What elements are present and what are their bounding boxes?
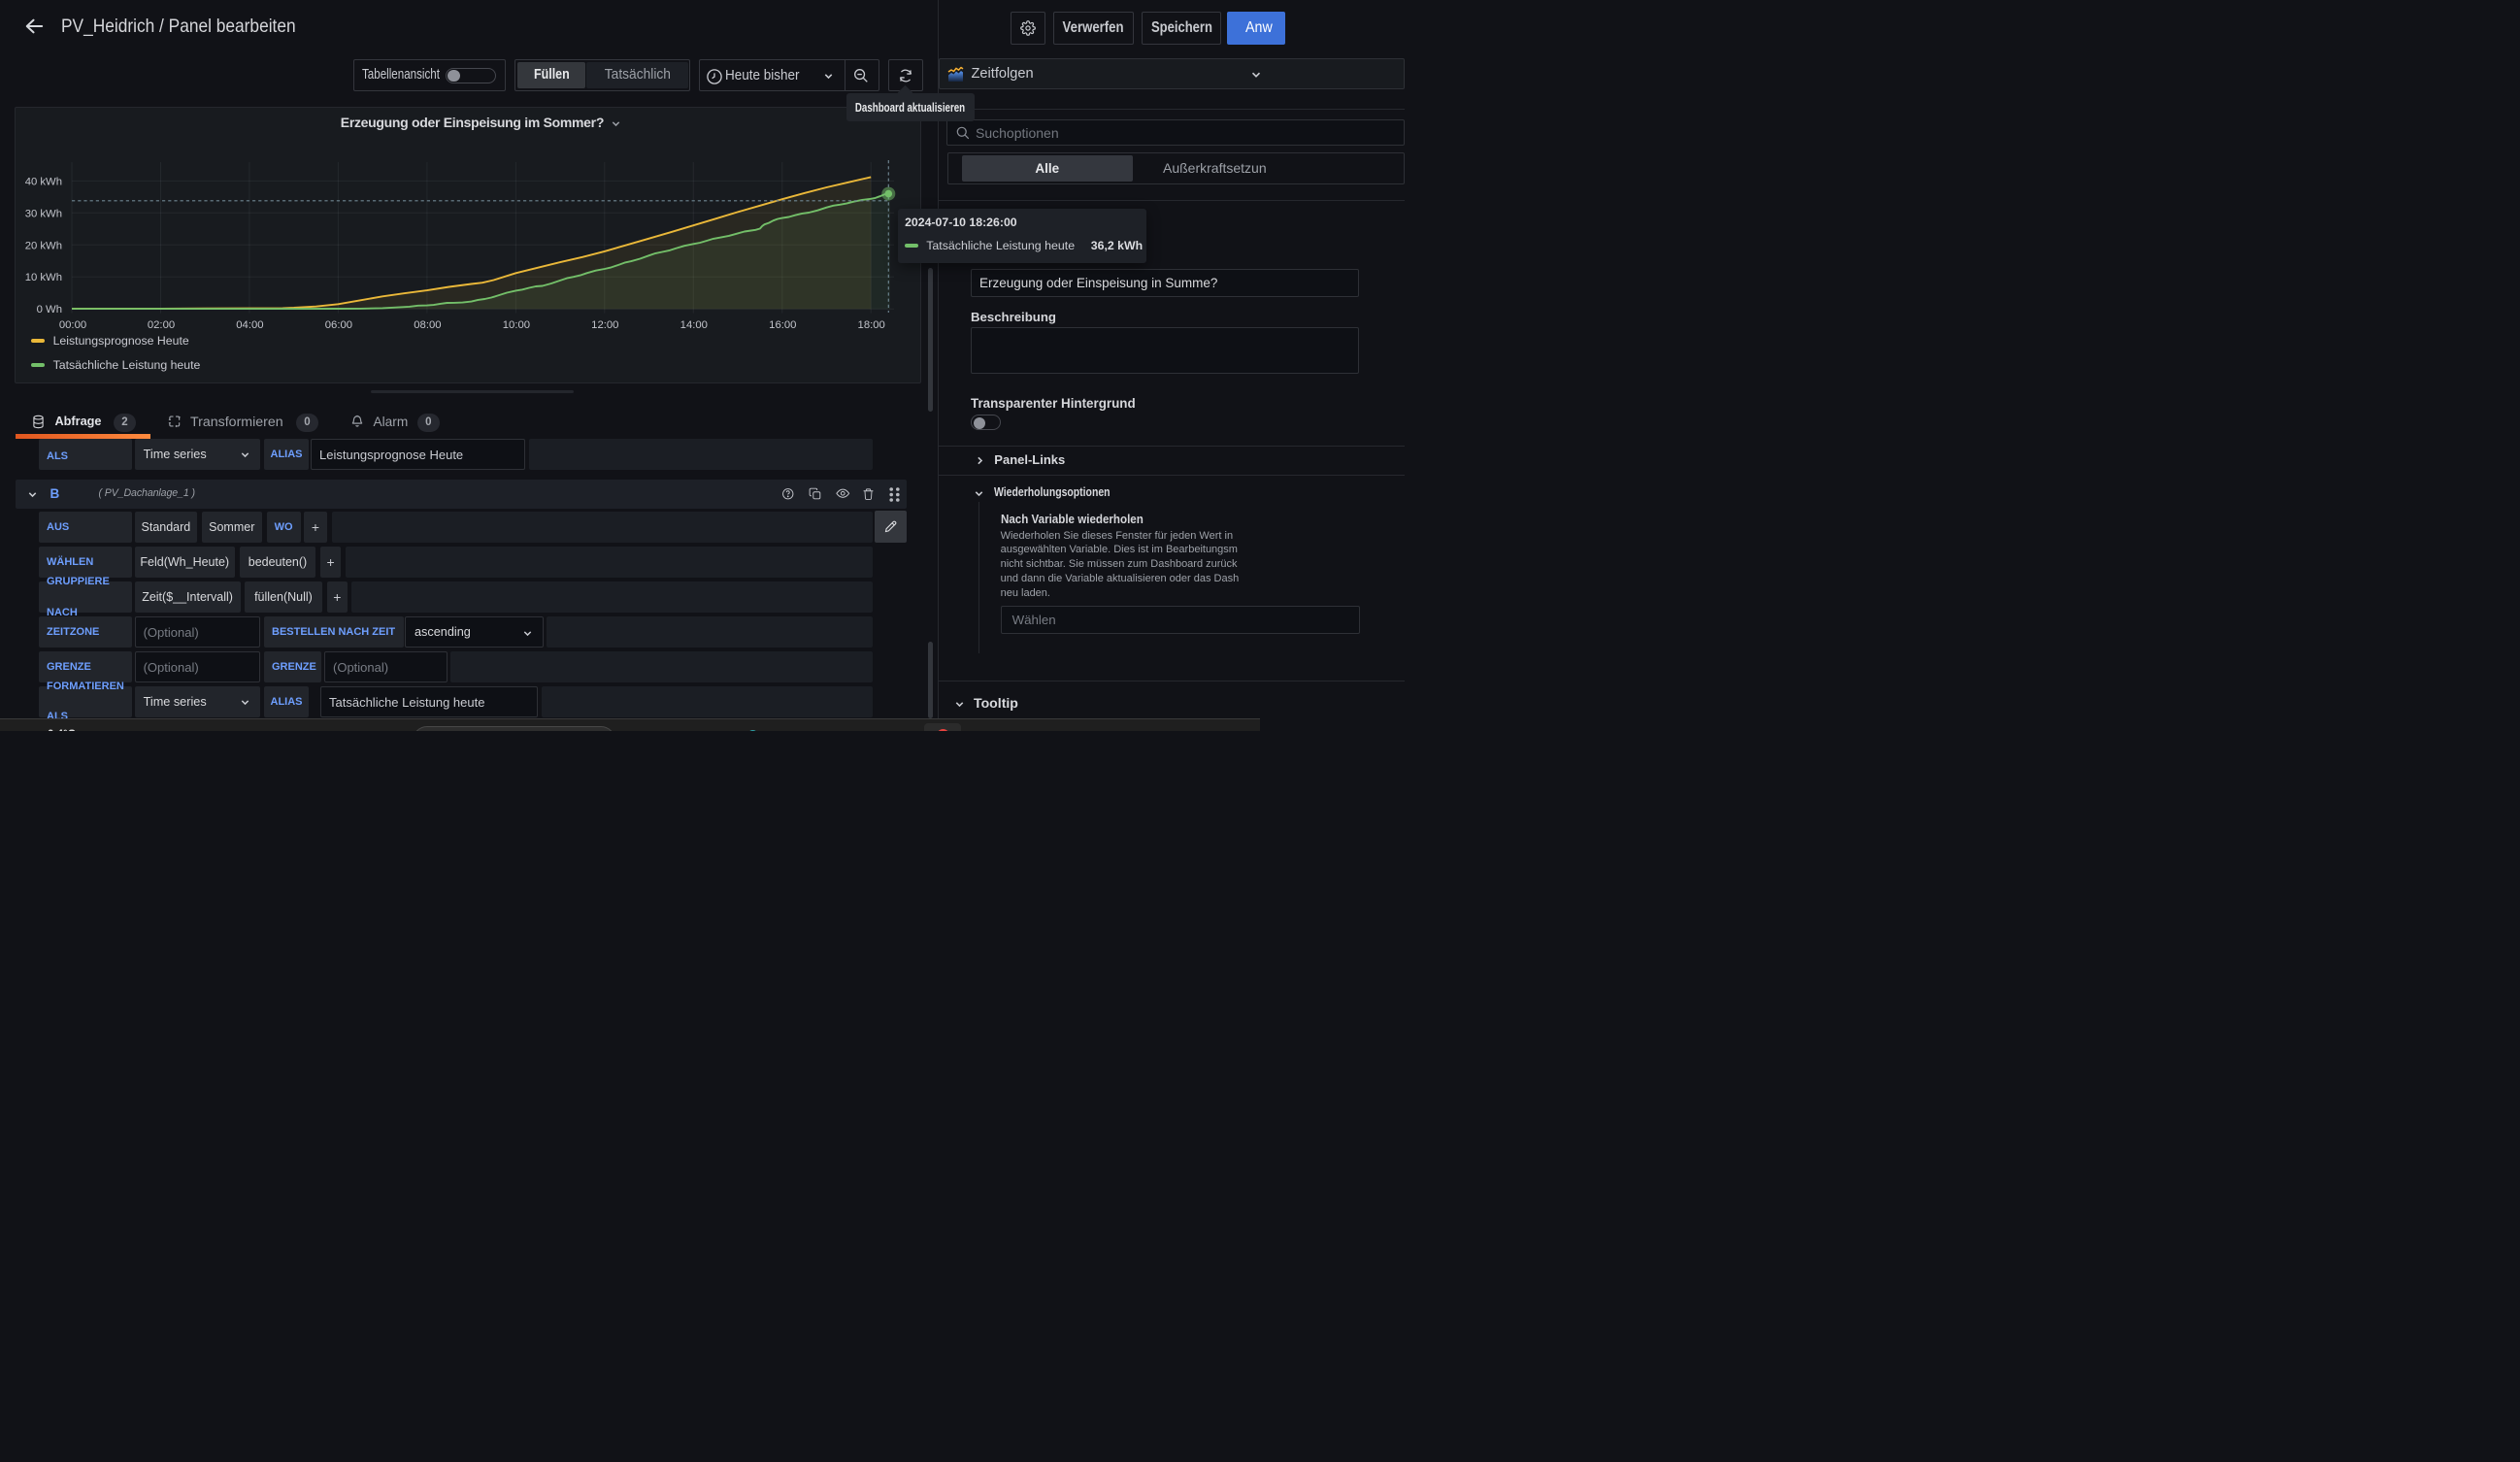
svg-text:06:00: 06:00 xyxy=(325,319,352,331)
svg-text:00:00: 00:00 xyxy=(59,319,86,331)
svg-text:02:00: 02:00 xyxy=(148,319,175,331)
svg-text:14:00: 14:00 xyxy=(680,319,708,331)
svg-text:18:00: 18:00 xyxy=(858,319,885,331)
svg-text:10 kWh: 10 kWh xyxy=(25,272,62,283)
svg-text:08:00: 08:00 xyxy=(414,319,441,331)
svg-text:16:00: 16:00 xyxy=(769,319,796,331)
svg-text:04:00: 04:00 xyxy=(236,319,263,331)
svg-text:0 Wh: 0 Wh xyxy=(37,304,62,316)
svg-text:40 kWh: 40 kWh xyxy=(25,176,62,187)
svg-text:12:00: 12:00 xyxy=(591,319,618,331)
svg-text:30 kWh: 30 kWh xyxy=(25,208,62,219)
svg-text:10:00: 10:00 xyxy=(503,319,530,331)
svg-text:20 kWh: 20 kWh xyxy=(25,240,62,251)
